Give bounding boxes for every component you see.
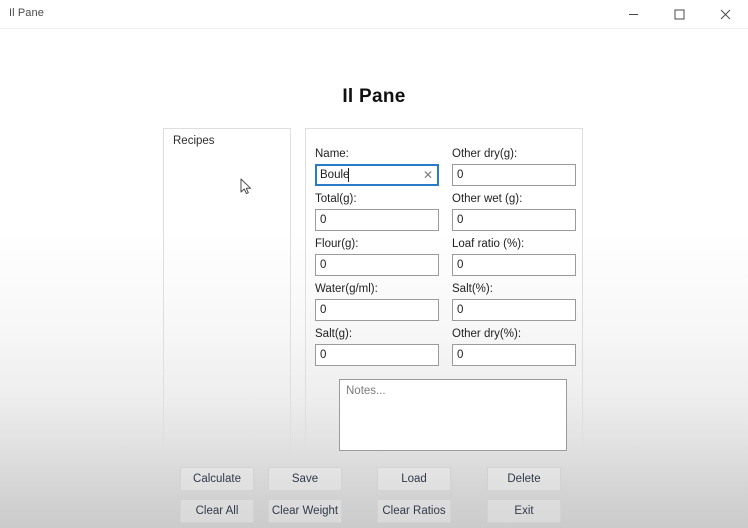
field-salt-percent-label: Salt(%): [452,283,493,295]
loaf-ratio-input[interactable] [452,254,576,276]
water-input[interactable] [315,299,439,321]
minimize-icon[interactable] [610,0,656,28]
page-title: Il Pane [342,86,406,107]
delete-button[interactable]: Delete [487,467,561,491]
field-other-wet-grams: Other wet (g): [452,192,576,231]
clear-icon[interactable]: ✕ [423,167,433,183]
field-water: Water(g/ml): [315,282,439,321]
other-dry-grams-input[interactable] [452,164,576,186]
notes-input[interactable] [339,379,567,451]
field-total: Total(g): [315,192,439,231]
other-wet-grams-input[interactable] [452,209,576,231]
text-caret [348,168,349,182]
total-input[interactable] [315,209,439,231]
other-dry-percent-input[interactable] [452,344,576,366]
field-other-dry-grams: Other dry(g): [452,147,576,186]
load-button[interactable]: Load [377,467,451,491]
field-water-label: Water(g/ml): [315,283,378,295]
save-button[interactable]: Save [268,467,342,491]
recipes-list[interactable] [164,155,290,452]
notes-field [339,379,567,451]
form-panel: Name: ✕ Total(g): Flour(g): Water(g/ml): [305,128,583,460]
field-loaf-ratio: Loaf ratio (%): [452,237,576,276]
recipes-label: Recipes [173,135,215,147]
field-salt-percent: Salt(%): [452,282,576,321]
app-window: Il Pane Il Pane Recipes Name: Boule ✕ To… [0,0,748,528]
salt-percent-input[interactable] [452,299,576,321]
field-name-label: Name: [315,148,349,160]
field-other-wet-grams-label: Other wet (g): [452,193,523,205]
name-input[interactable] [315,164,439,186]
field-flour-label: Flour(g): [315,238,359,250]
field-other-dry-percent: Other dry(%): [452,327,576,366]
maximize-icon[interactable] [656,0,702,28]
field-loaf-ratio-label: Loaf ratio (%): [452,238,525,250]
recipes-panel: Recipes [163,128,291,453]
title-bar: Il Pane [0,0,748,29]
flour-input[interactable] [315,254,439,276]
salt-grams-input[interactable] [315,344,439,366]
clear-all-button[interactable]: Clear All [180,499,254,523]
field-total-label: Total(g): [315,193,357,205]
close-icon[interactable] [702,0,748,28]
clear-ratios-button[interactable]: Clear Ratios [377,499,451,523]
calculate-button[interactable]: Calculate [180,467,254,491]
exit-button[interactable]: Exit [487,499,561,523]
field-other-dry-grams-label: Other dry(g): [452,148,518,160]
clear-weight-button[interactable]: Clear Weight [268,499,342,523]
field-flour: Flour(g): [315,237,439,276]
field-other-dry-percent-label: Other dry(%): [452,328,522,340]
field-salt-grams: Salt(g): [315,327,439,366]
window-title: Il Pane [9,7,44,19]
field-salt-grams-label: Salt(g): [315,328,353,340]
field-name: Name: ✕ [315,147,439,186]
